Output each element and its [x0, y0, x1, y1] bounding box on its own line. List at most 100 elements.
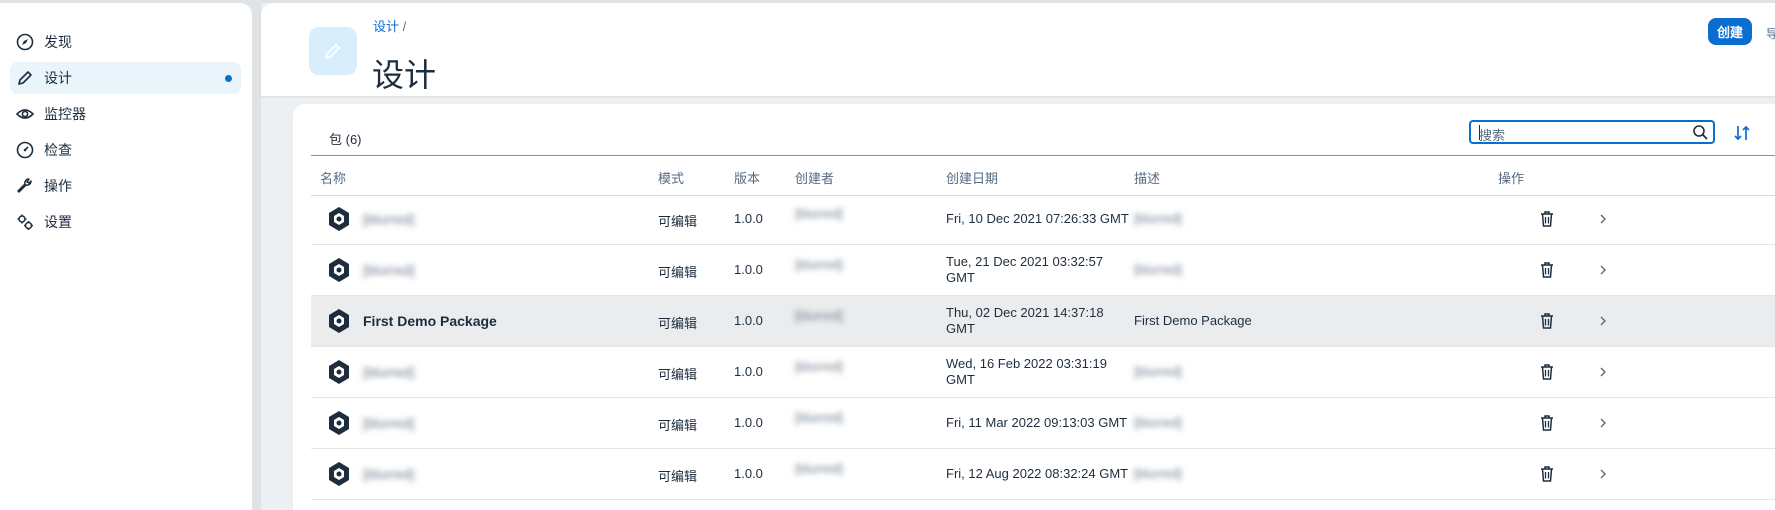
- package-mode: 可编辑: [658, 265, 698, 280]
- package-created-date-cont: GMT: [946, 372, 975, 387]
- package-description: First Demo Package: [1134, 313, 1252, 328]
- table-row[interactable]: [blurred] 可编辑 1.0.0 [blurred] Fri, 12 Aug 20…: [311, 449, 1775, 500]
- sidebar-item-label: 监控器: [44, 106, 86, 122]
- create-button[interactable]: 创建: [1708, 18, 1752, 45]
- package-name[interactable]: [blurred]: [363, 415, 414, 431]
- package-created-date-cont: GMT: [946, 321, 975, 336]
- trash-icon[interactable]: [1539, 312, 1555, 330]
- trash-icon[interactable]: [1539, 363, 1555, 381]
- gauge-icon: [14, 139, 36, 161]
- column-header-version[interactable]: 版本: [734, 168, 760, 187]
- package-creator: [blurred]: [795, 308, 843, 323]
- package-version: 1.0.0: [734, 262, 763, 277]
- package-icon: [325, 256, 353, 284]
- chevron-right-icon[interactable]: [1598, 212, 1608, 226]
- package-creator: [blurred]: [795, 257, 843, 272]
- package-created-date: Thu, 02 Dec 2021 14:37:18: [946, 305, 1104, 320]
- column-header-created-date[interactable]: 创建日期: [946, 168, 998, 187]
- chevron-right-icon[interactable]: [1598, 416, 1608, 430]
- package-name[interactable]: [blurred]: [363, 466, 414, 482]
- chevron-right-icon[interactable]: [1598, 365, 1608, 379]
- search-placeholder: 搜索: [1479, 128, 1506, 143]
- column-header-name[interactable]: 名称: [320, 168, 346, 187]
- package-creator: [blurred]: [795, 410, 843, 425]
- package-created-date: Fri, 10 Dec 2021 07:26:33 GMT: [946, 211, 1129, 226]
- package-creator: [blurred]: [795, 461, 843, 476]
- sidebar-item-inspect[interactable]: 检查: [10, 134, 241, 166]
- trash-icon[interactable]: [1539, 465, 1555, 483]
- sidebar: 发现 设计 监控器 检查 操作 设置: [0, 3, 252, 510]
- page-title: 设计: [372, 57, 437, 93]
- table-row[interactable]: First Demo Package 可编辑 1.0.0 [blurred] Thu, …: [311, 296, 1775, 347]
- sidebar-item-operations[interactable]: 操作: [10, 170, 241, 202]
- package-icon: [325, 307, 353, 335]
- wrench-icon: [14, 175, 36, 197]
- package-version: 1.0.0: [734, 466, 763, 481]
- active-indicator: [225, 75, 232, 82]
- sidebar-item-discover[interactable]: 发现: [10, 26, 241, 58]
- table-row[interactable]: [blurred] 可编辑 1.0.0 [blurred] Fri, 11 Mar 20…: [311, 398, 1775, 449]
- sidebar-item-label: 设计: [44, 70, 72, 86]
- chevron-right-icon[interactable]: [1598, 314, 1608, 328]
- trash-icon[interactable]: [1539, 261, 1555, 279]
- sidebar-item-label: 检查: [44, 142, 72, 158]
- trash-icon[interactable]: [1539, 414, 1555, 432]
- sidebar-item-monitor[interactable]: 监控器: [10, 98, 241, 130]
- sidebar-item-label: 操作: [44, 178, 72, 194]
- page-header: 设计 / 设计 创建 导: [261, 3, 1775, 96]
- import-button-partial[interactable]: 导: [1766, 25, 1775, 42]
- package-description: [blurred]: [1134, 211, 1182, 226]
- package-icon: [325, 358, 353, 386]
- chevron-right-icon[interactable]: [1598, 467, 1608, 481]
- sidebar-item-label: 设置: [44, 214, 72, 230]
- search-input[interactable]: 搜索: [1469, 120, 1715, 144]
- pencil-icon: [14, 67, 36, 89]
- packages-count-title: 包 (6): [329, 132, 362, 147]
- package-description: [blurred]: [1134, 262, 1182, 277]
- trash-icon[interactable]: [1539, 210, 1555, 228]
- package-created-date: Wed, 16 Feb 2022 03:31:19: [946, 356, 1107, 371]
- package-icon: [325, 205, 353, 233]
- breadcrumb-separator: /: [402, 19, 407, 34]
- table-header: 名称 模式 版本 创建者 创建日期 描述 操作: [311, 155, 1775, 196]
- package-mode: 可编辑: [658, 418, 698, 433]
- search-icon[interactable]: [1692, 124, 1709, 141]
- column-header-description[interactable]: 描述: [1134, 168, 1160, 187]
- package-version: 1.0.0: [734, 364, 763, 379]
- package-description: [blurred]: [1134, 415, 1182, 430]
- column-header-mode[interactable]: 模式: [658, 168, 684, 187]
- table-row[interactable]: [blurred] 可编辑 1.0.0 [blurred] Fri, 10 Dec 20…: [311, 194, 1775, 245]
- sidebar-item-label: 发现: [44, 34, 72, 50]
- design-page-icon: [309, 27, 357, 75]
- column-header-creator[interactable]: 创建者: [795, 168, 834, 187]
- package-name[interactable]: First Demo Package: [363, 313, 497, 329]
- text-caret: [1479, 125, 1480, 140]
- breadcrumb-link[interactable]: 设计: [373, 19, 399, 34]
- package-description: [blurred]: [1134, 364, 1182, 379]
- packages-card: 包 (6) 搜索 名称 模式 版本 创建者 创建日期 描述 操作 [blurre…: [293, 104, 1775, 510]
- package-created-date: Fri, 11 Mar 2022 09:13:03 GMT: [946, 415, 1128, 430]
- breadcrumb: 设计 /: [373, 16, 406, 35]
- chevron-right-icon[interactable]: [1598, 263, 1608, 277]
- package-name[interactable]: [blurred]: [363, 262, 414, 278]
- gears-icon: [14, 211, 36, 233]
- sidebar-item-settings[interactable]: 设置: [10, 206, 241, 238]
- compass-icon: [14, 31, 36, 53]
- package-icon: [325, 409, 353, 437]
- sort-icon[interactable]: [1732, 123, 1752, 143]
- column-header-actions: 操作: [1498, 171, 1525, 186]
- package-icon: [325, 460, 353, 488]
- package-name[interactable]: [blurred]: [363, 211, 414, 227]
- package-mode: 可编辑: [658, 367, 698, 382]
- table-row[interactable]: [blurred] 可编辑 1.0.0 [blurred] Tue, 21 Dec 20…: [311, 245, 1775, 296]
- package-creator: [blurred]: [795, 206, 843, 221]
- table-row[interactable]: [blurred] 可编辑 1.0.0 [blurred] Wed, 16 Feb 20…: [311, 347, 1775, 398]
- package-creator: [blurred]: [795, 359, 843, 374]
- sidebar-item-design[interactable]: 设计: [10, 62, 241, 94]
- eye-icon: [14, 103, 36, 125]
- package-created-date: Fri, 12 Aug 2022 08:32:24 GMT: [946, 466, 1129, 481]
- package-version: 1.0.0: [734, 313, 763, 328]
- package-version: 1.0.0: [734, 415, 763, 430]
- main-area: 设计 / 设计 创建 导 包 (6) 搜索 名称 模式 版本 创建者 创建日期 …: [261, 3, 1775, 510]
- package-name[interactable]: [blurred]: [363, 364, 414, 380]
